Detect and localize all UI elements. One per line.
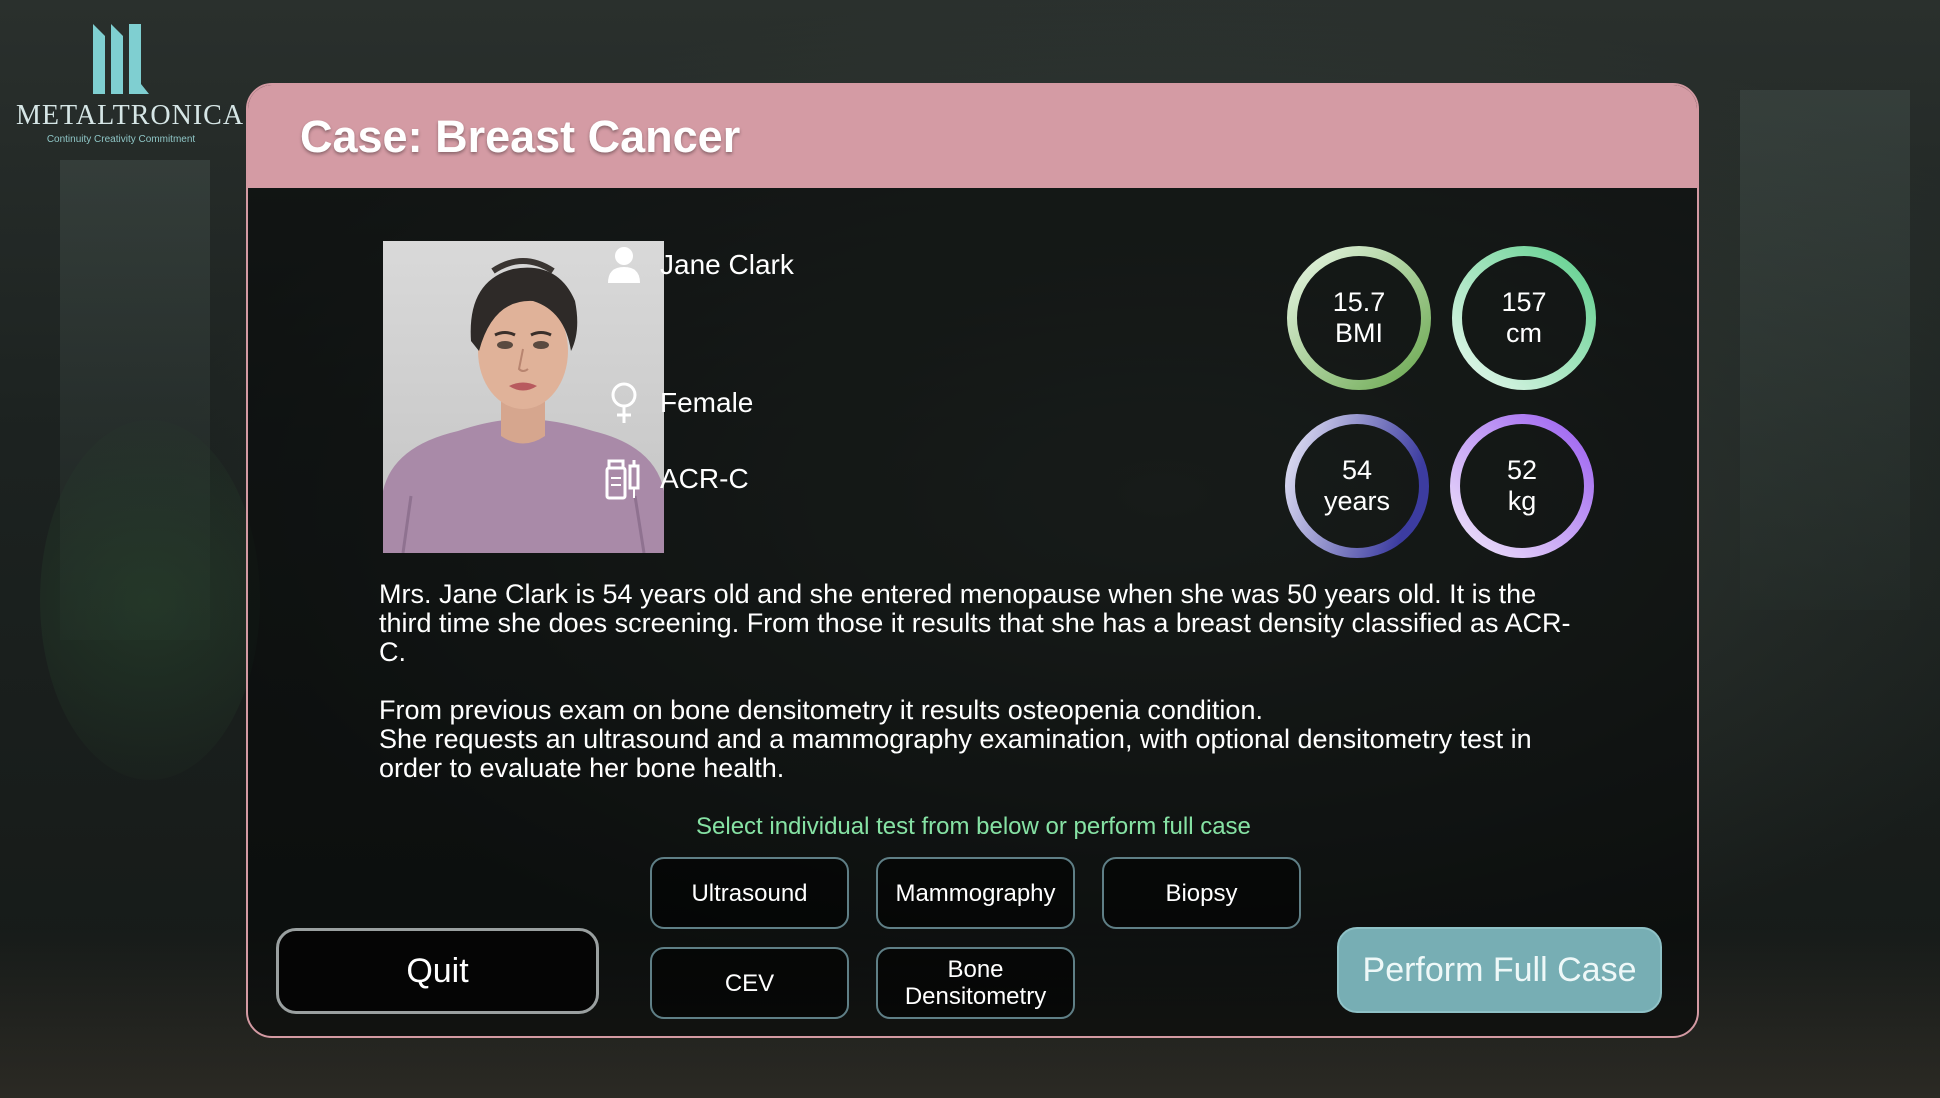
metric-value: 54 <box>1341 455 1373 485</box>
quit-button[interactable]: Quit <box>276 928 599 1014</box>
patient-density-row: ACR-C <box>604 457 749 501</box>
mammography-button[interactable]: Mammography <box>876 857 1075 929</box>
ultrasound-button[interactable]: Ultrasound <box>650 857 849 929</box>
case-header: Case: Breast Cancer <box>248 85 1697 188</box>
patient-density: ACR-C <box>660 463 749 494</box>
metric-ring-bmi: 15.7 BMI <box>1284 243 1434 393</box>
metric-value: 157 <box>1501 287 1547 317</box>
metric-unit: cm <box>1506 318 1542 348</box>
quit-label: Quit <box>406 951 469 990</box>
female-icon <box>604 381 644 425</box>
metric-unit: kg <box>1507 486 1537 516</box>
case-description: Mrs. Jane Clark is 54 years old and she … <box>379 580 1579 783</box>
brand-name: METALTRONICA <box>16 100 245 131</box>
mammography-label: Mammography <box>895 879 1056 907</box>
perform-full-case-label: Perform Full Case <box>1362 950 1637 989</box>
perform-full-case-button[interactable]: Perform Full Case <box>1337 927 1662 1013</box>
patient-name-row: Jane Clark <box>604 243 794 287</box>
metric-ring-weight: 52 kg <box>1447 411 1597 561</box>
metric-value: 15.7 <box>1332 287 1386 317</box>
logo-mark-icon <box>93 24 149 94</box>
patient-name: Jane Clark <box>660 249 794 280</box>
metric-value: 52 <box>1506 455 1538 485</box>
biopsy-label: Biopsy <box>1165 879 1238 907</box>
bone-densitometry-label-line2: Densitometry <box>904 983 1047 1010</box>
person-icon <box>604 243 644 287</box>
metric-label: 157 cm <box>1449 243 1599 393</box>
ultrasound-label: Ultrasound <box>691 879 808 907</box>
cev-button[interactable]: CEV <box>650 947 849 1019</box>
patient-sex: Female <box>660 387 754 418</box>
cev-label: CEV <box>724 969 775 997</box>
metric-ring-height: 157 cm <box>1449 243 1599 393</box>
brand-logo: METALTRONICA Continuity Creativity Commi… <box>16 22 245 145</box>
bone-densitometry-label-line1: Bone <box>947 956 1004 983</box>
metric-label: 54 years <box>1282 411 1432 561</box>
brand-tagline: Continuity Creativity Commitment <box>46 134 196 145</box>
selection-hint-text: Select individual test from below or per… <box>696 813 1251 840</box>
background-plant <box>40 420 260 780</box>
metric-unit: years <box>1323 486 1391 516</box>
medication-icon <box>604 457 644 501</box>
description-line: She requests an ultrasound and a mammogr… <box>379 724 1532 783</box>
description-line: From previous exam on bone densitometry … <box>379 695 1263 725</box>
background-window-right <box>1740 90 1910 610</box>
metric-label: 52 kg <box>1447 411 1597 561</box>
bone-densitometry-button[interactable]: Bone Densitometry <box>876 947 1075 1019</box>
description-paragraph: Mrs. Jane Clark is 54 years old and she … <box>379 579 1571 667</box>
patient-sex-row: Female <box>604 381 753 425</box>
metric-unit: BMI <box>1334 318 1383 348</box>
metric-label: 15.7 BMI <box>1284 243 1434 393</box>
metric-ring-age: 54 years <box>1282 411 1432 561</box>
case-panel: Case: Breast Cancer Jane Clark Female AC… <box>246 83 1699 1038</box>
biopsy-button[interactable]: Biopsy <box>1102 857 1301 929</box>
case-title: Case: Breast Cancer <box>300 111 741 162</box>
